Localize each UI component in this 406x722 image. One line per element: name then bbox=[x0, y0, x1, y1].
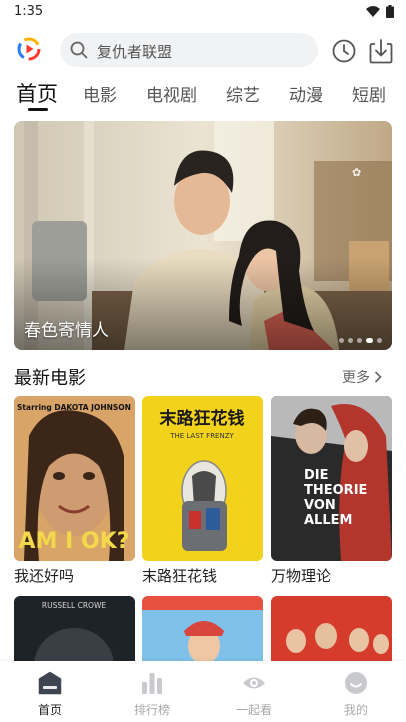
nav-ranking[interactable]: 排行榜 bbox=[112, 661, 192, 722]
nav-label: 我的 bbox=[343, 703, 368, 717]
pagination-dot bbox=[377, 338, 382, 343]
poster-text: ALLEM bbox=[304, 513, 352, 528]
movie-card-poster[interactable] bbox=[271, 596, 392, 661]
poster-text: 末路狂花钱 bbox=[160, 408, 245, 429]
featured-banner[interactable]: ✿ 春色寄情人 bbox=[14, 121, 392, 350]
nav-label: 排行榜 bbox=[133, 703, 170, 717]
banner-pagination bbox=[339, 338, 382, 343]
poster-image: DIE THEORIE VON ALLEM bbox=[271, 396, 392, 561]
tab-tv-series[interactable]: 电视剧 bbox=[146, 81, 197, 106]
search-icon bbox=[70, 41, 88, 59]
search-input[interactable]: 复仇者联盟 bbox=[60, 33, 318, 67]
poster-text: THEORIE bbox=[304, 483, 367, 498]
more-link[interactable]: 更多 bbox=[342, 367, 382, 387]
tab-variety[interactable]: 综艺 bbox=[226, 81, 260, 106]
history-clock-icon[interactable] bbox=[332, 39, 356, 63]
banner-title: 春色寄情人 bbox=[24, 321, 109, 341]
tab-home[interactable]: 首页 bbox=[16, 78, 58, 108]
tab-short-drama[interactable]: 短剧 bbox=[352, 81, 386, 106]
status-time: 1:35 bbox=[14, 4, 44, 19]
section-title: 最新电影 bbox=[14, 368, 86, 389]
poster-text: VON bbox=[304, 498, 336, 513]
status-bar: 1:35 bbox=[0, 0, 406, 24]
movie-card-poster[interactable]: RUSSELL CROWE bbox=[14, 596, 135, 661]
poster-image: 末路狂花钱 THE LAST FRENZY bbox=[142, 396, 263, 561]
eye-icon bbox=[243, 677, 265, 689]
poster-image: Starring DAKOTA JOHNSON AM I OK? bbox=[14, 396, 135, 561]
movie-title[interactable]: 我还好吗 bbox=[14, 565, 74, 586]
wifi-icon bbox=[366, 5, 380, 17]
movie-card-poster[interactable]: DIE THEORIE VON ALLEM bbox=[271, 396, 392, 561]
movie-card-poster[interactable] bbox=[142, 596, 263, 661]
status-icons bbox=[366, 5, 394, 18]
tab-movies[interactable]: 电影 bbox=[83, 81, 117, 106]
app-logo-icon[interactable] bbox=[17, 37, 41, 61]
poster-text: THE LAST FRENZY bbox=[169, 432, 234, 440]
pagination-dot bbox=[357, 338, 362, 343]
profile-icon bbox=[345, 672, 367, 694]
nav-label: 一起看 bbox=[235, 703, 272, 717]
pagination-dot bbox=[348, 338, 353, 343]
movie-title[interactable]: 万物理论 bbox=[271, 565, 331, 586]
pagination-dot-active bbox=[366, 338, 373, 343]
tab-anime[interactable]: 动漫 bbox=[289, 81, 323, 106]
svg-text:✿: ✿ bbox=[352, 166, 361, 179]
battery-icon bbox=[386, 5, 394, 18]
poster-image bbox=[271, 596, 392, 661]
poster-image bbox=[142, 596, 263, 661]
more-label: 更多 bbox=[342, 370, 370, 386]
movie-card-poster[interactable]: 末路狂花钱 THE LAST FRENZY bbox=[142, 396, 263, 561]
active-tab-indicator bbox=[28, 108, 48, 111]
poster-text: RUSSELL CROWE bbox=[42, 601, 106, 610]
ranking-icon bbox=[142, 673, 162, 694]
movie-card-poster[interactable]: Starring DAKOTA JOHNSON AM I OK? bbox=[14, 396, 135, 561]
bottom-navigation: 首页 排行榜 一起看 我的 bbox=[0, 661, 406, 722]
nav-home[interactable]: 首页 bbox=[10, 661, 90, 722]
poster-text: DIE bbox=[304, 468, 329, 483]
nav-label: 首页 bbox=[37, 703, 62, 717]
download-icon[interactable] bbox=[369, 38, 393, 64]
poster-text: AM I OK? bbox=[19, 529, 130, 554]
nav-watch-together[interactable]: 一起看 bbox=[214, 661, 294, 722]
chevron-right-icon bbox=[374, 371, 382, 383]
home-icon bbox=[38, 671, 62, 695]
search-placeholder: 复仇者联盟 bbox=[97, 43, 173, 61]
pagination-dot bbox=[339, 338, 344, 343]
poster-image: RUSSELL CROWE bbox=[14, 596, 135, 661]
movie-title[interactable]: 末路狂花钱 bbox=[142, 565, 217, 586]
poster-text: Starring DAKOTA JOHNSON bbox=[17, 403, 131, 412]
nav-profile[interactable]: 我的 bbox=[316, 661, 396, 722]
